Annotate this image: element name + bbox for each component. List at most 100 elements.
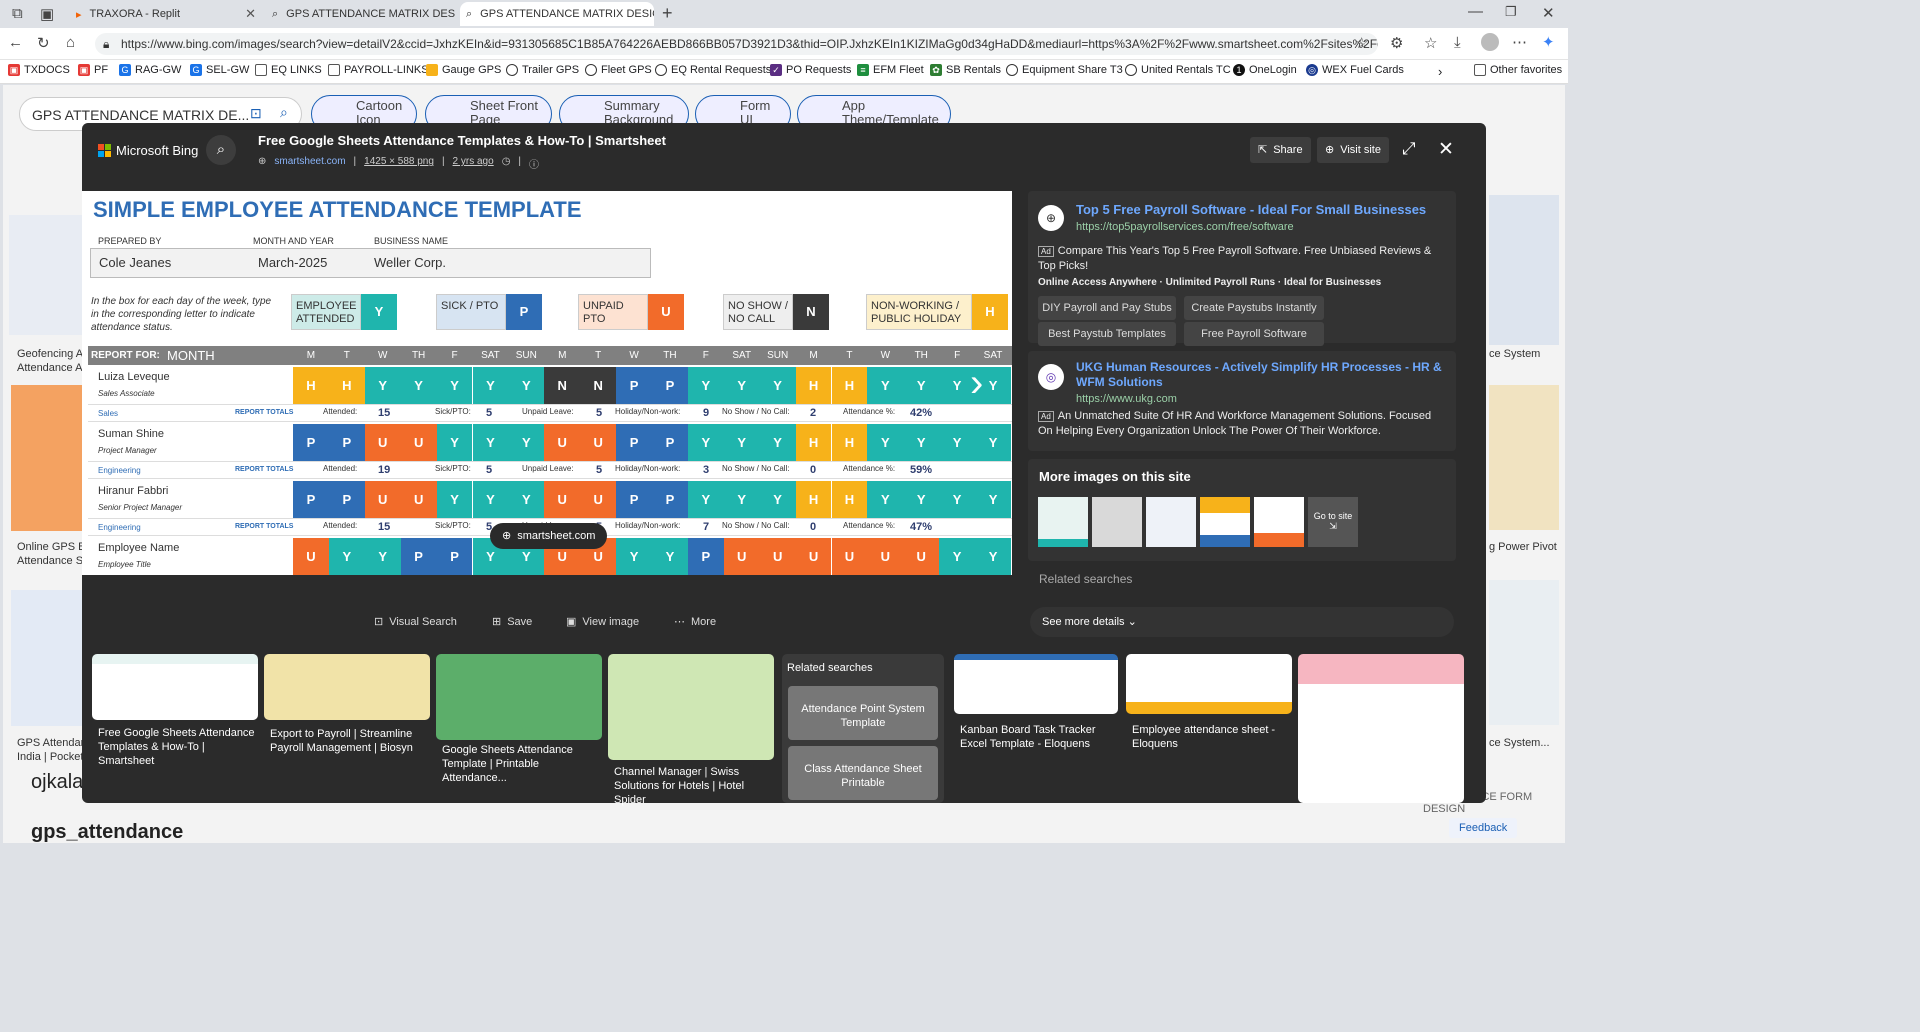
attendance-cell[interactable]: Y bbox=[652, 538, 688, 575]
image-age[interactable]: 2 yrs ago bbox=[453, 156, 494, 171]
attendance-cell[interactable]: Y bbox=[436, 481, 473, 518]
attendance-cell[interactable]: U bbox=[795, 538, 832, 575]
visual-search-button[interactable]: ⊡ Visual Search bbox=[374, 615, 457, 629]
attendance-cell[interactable]: Y bbox=[723, 481, 760, 518]
attendance-cell[interactable]: U bbox=[544, 481, 581, 518]
more-button[interactable]: ⋯ More bbox=[674, 615, 716, 629]
restore-icon[interactable]: ❐ bbox=[1505, 4, 1517, 20]
attendance-cell[interactable]: Y bbox=[436, 367, 473, 404]
attendance-cell[interactable]: N bbox=[544, 367, 581, 404]
main-image[interactable]: SIMPLE EMPLOYEE ATTENDANCE TEMPLATE PREP… bbox=[82, 191, 1012, 575]
attendance-cell[interactable]: U bbox=[723, 538, 760, 575]
attendance-cell[interactable]: P bbox=[400, 538, 437, 575]
attendance-cell[interactable]: Y bbox=[867, 481, 904, 518]
attendance-cell[interactable]: Y bbox=[616, 538, 652, 575]
attendance-cell[interactable]: H bbox=[831, 367, 868, 404]
attendance-cell[interactable]: U bbox=[400, 424, 437, 461]
fav-efm-fleet[interactable]: ≡ EFM Fleet bbox=[857, 64, 924, 76]
attendance-cell[interactable]: H bbox=[831, 481, 868, 518]
related-item[interactable]: Attendance Point System Template bbox=[788, 686, 938, 740]
visual-search-icon[interactable]: ⊡ bbox=[250, 105, 262, 122]
thumb-image[interactable] bbox=[92, 654, 258, 720]
attendance-cell[interactable]: Y bbox=[687, 481, 724, 518]
attendance-cell[interactable]: Y bbox=[364, 367, 401, 404]
visit-site-button[interactable]: ⊕ Visit site bbox=[1317, 137, 1389, 163]
fav-fleet-gps[interactable]: Fleet GPS bbox=[585, 64, 652, 76]
attendance-cell[interactable]: Y bbox=[939, 538, 976, 575]
site-thumb[interactable] bbox=[1200, 497, 1250, 547]
attendance-cell[interactable]: Y bbox=[939, 424, 976, 461]
thumb-image[interactable] bbox=[436, 654, 602, 740]
fav-rag-gw[interactable]: G RAG-GW bbox=[119, 64, 181, 76]
fav-po-requests[interactable]: ✓ PO Requests bbox=[770, 64, 851, 76]
attendance-cell[interactable]: Y bbox=[687, 424, 724, 461]
result-caption[interactable]: g Power Pivot bbox=[1489, 540, 1564, 554]
minimize-icon[interactable]: — bbox=[1468, 3, 1483, 20]
attendance-cell[interactable]: Y bbox=[472, 424, 509, 461]
attendance-cell[interactable]: Y bbox=[903, 481, 940, 518]
thumb-image[interactable] bbox=[954, 654, 1118, 714]
tab-actions-icon[interactable]: ▣ bbox=[40, 5, 54, 23]
close-window-icon[interactable]: ✕ bbox=[1542, 4, 1555, 22]
result-thumb[interactable] bbox=[11, 385, 83, 531]
save-button[interactable]: ⊞ Save bbox=[492, 615, 532, 629]
result-caption[interactable]: ce System... bbox=[1489, 736, 1564, 750]
ad-chip[interactable]: Free Payroll Software bbox=[1184, 322, 1324, 346]
source-link[interactable]: smartsheet.com bbox=[274, 156, 345, 171]
result-caption[interactable]: ce System bbox=[1489, 347, 1559, 361]
attendance-cell[interactable]: U bbox=[364, 481, 401, 518]
attendance-cell[interactable]: P bbox=[616, 481, 652, 518]
view-image-button[interactable]: ▣ View image bbox=[566, 615, 639, 629]
attendance-cell[interactable]: Y bbox=[508, 481, 545, 518]
fav-wex[interactable]: ◎ WEX Fuel Cards bbox=[1306, 64, 1404, 76]
report-totals-link[interactable]: REPORT TOTALS bbox=[235, 523, 293, 530]
result-thumb[interactable] bbox=[1489, 385, 1559, 530]
share-button[interactable]: ⇱ Share bbox=[1250, 137, 1311, 163]
new-tab-icon[interactable]: + bbox=[662, 3, 673, 24]
next-image-icon[interactable]: › bbox=[970, 363, 983, 403]
site-thumb[interactable] bbox=[1254, 497, 1304, 547]
attendance-cell[interactable]: P bbox=[293, 481, 329, 518]
employee-name[interactable]: Suman Shine bbox=[98, 428, 164, 440]
attendance-cell[interactable]: U bbox=[831, 538, 868, 575]
search-icon[interactable]: ⌕ bbox=[280, 104, 288, 121]
report-totals-link[interactable]: REPORT TOTALS bbox=[235, 409, 293, 416]
fav-payroll-links[interactable]: PAYROLL-LINKS bbox=[328, 64, 429, 76]
thumb-caption[interactable]: Kanban Board Task Tracker Excel Template… bbox=[960, 723, 1118, 751]
back-icon[interactable]: ← bbox=[8, 34, 23, 51]
attendance-cell[interactable]: P bbox=[616, 367, 652, 404]
attendance-cell[interactable]: H bbox=[795, 367, 832, 404]
thumb-caption[interactable]: Export to Payroll | Streamline Payroll M… bbox=[270, 727, 430, 755]
result-thumb[interactable] bbox=[1489, 580, 1559, 725]
fav-eq-links[interactable]: EQ LINKS bbox=[255, 64, 322, 76]
attendance-cell[interactable]: Y bbox=[867, 367, 904, 404]
favorites-overflow-icon[interactable]: › bbox=[1438, 64, 1442, 79]
search-icon[interactable]: ⌕ bbox=[206, 135, 236, 165]
attendance-cell[interactable]: U bbox=[580, 481, 617, 518]
attendance-cell[interactable]: P bbox=[652, 424, 688, 461]
attendance-cell[interactable]: P bbox=[328, 424, 365, 461]
downloads-icon[interactable]: ⤓ bbox=[1454, 34, 1461, 51]
attendance-cell[interactable]: Y bbox=[436, 424, 473, 461]
attendance-cell[interactable]: H bbox=[328, 367, 365, 404]
thumb-image[interactable] bbox=[1298, 654, 1464, 803]
tab-bing-2[interactable]: ⌕ GPS ATTENDANCE MATRIX DESIG ✕ bbox=[460, 2, 654, 26]
fav-sel-gw[interactable]: G SEL-GW bbox=[190, 64, 249, 76]
ad-url[interactable]: https://top5payrollservices.com/free/sof… bbox=[1076, 221, 1294, 233]
attendance-cell[interactable]: U bbox=[903, 538, 940, 575]
see-more-details-button[interactable]: See more details ⌄ bbox=[1030, 607, 1454, 637]
info-icon[interactable]: ⓘ bbox=[529, 156, 539, 171]
go-to-site-button[interactable]: Go to site ⇲ bbox=[1308, 497, 1358, 547]
result-thumb[interactable] bbox=[11, 590, 83, 726]
attendance-cell[interactable]: Y bbox=[508, 424, 545, 461]
url-field[interactable]: 🔒︎ https://www.bing.com/images/search?vi… bbox=[95, 33, 1378, 55]
site-thumb[interactable] bbox=[1038, 497, 1088, 547]
thumb-caption[interactable]: Channel Manager | Swiss Solutions for Ho… bbox=[614, 765, 774, 807]
result-caption[interactable]: Geofencing A Attendance A bbox=[17, 347, 87, 375]
attendance-cell[interactable]: Y bbox=[975, 538, 1011, 575]
site-thumb[interactable] bbox=[1092, 497, 1142, 547]
ad-title[interactable]: UKG Human Resources - Actively Simplify … bbox=[1076, 360, 1446, 390]
favorite-star-icon[interactable]: ☆ bbox=[1355, 34, 1368, 52]
profile-avatar[interactable] bbox=[1481, 33, 1499, 51]
attendance-cell[interactable]: U bbox=[580, 424, 617, 461]
